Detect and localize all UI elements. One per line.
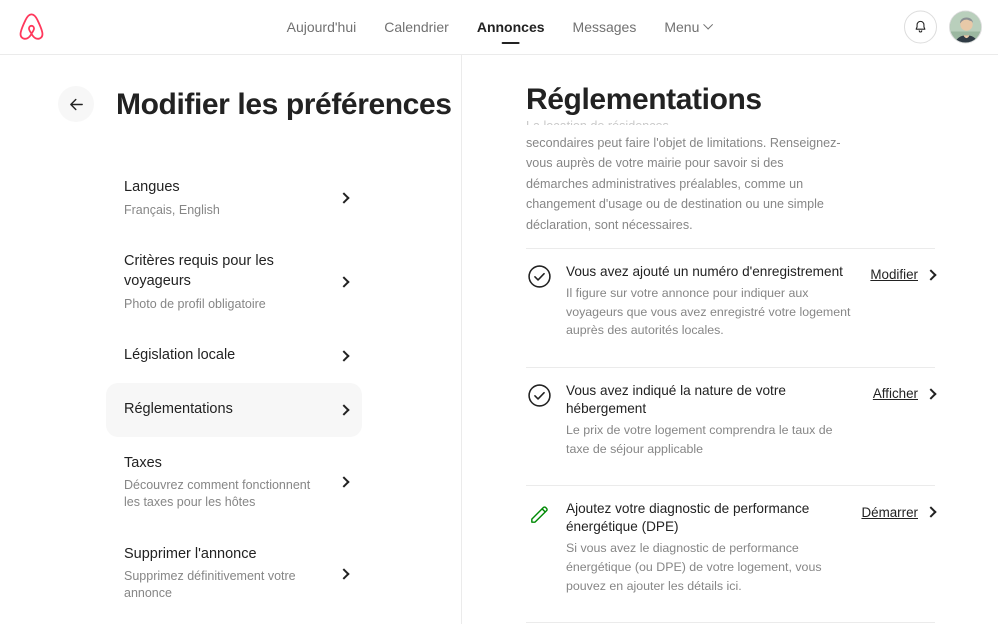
nav-item-annonces[interactable]: Annonces: [477, 0, 545, 55]
main-navigation: Aujourd'hui Calendrier Annonces Messages…: [287, 0, 713, 55]
sidebar-item-sublabel: Supprimez définitivement votre annonce: [124, 569, 296, 601]
regulation-item-text: Ajoutez votre diagnostic de performance …: [566, 500, 847, 595]
regulation-item-description: Il figure sur votre annonce pour indique…: [566, 286, 851, 338]
chevron-right-icon: [925, 385, 937, 403]
chevron-right-icon: [925, 503, 937, 521]
preferences-list: Langues Français, English Critères requi…: [0, 161, 461, 619]
regulations-intro: secondaires peut faire l'objet de limita…: [526, 136, 841, 232]
regulation-action-afficher[interactable]: Afficher: [872, 385, 937, 403]
nav-item-calendrier[interactable]: Calendrier: [384, 0, 449, 55]
chevron-right-icon: [338, 347, 350, 365]
regulation-item-dpe: Ajoutez votre diagnostic de performance …: [526, 486, 937, 609]
notifications-button[interactable]: [904, 10, 937, 44]
sidebar-item-label: Réglementations: [124, 401, 233, 417]
sidebar-item-supprimer-annonce[interactable]: Supprimer l'annonce Supprimez définitive…: [106, 528, 362, 619]
sidebar-item-label: Langues: [124, 179, 180, 195]
regulations-intro-clipped: La location de résidences: [526, 116, 844, 125]
back-button[interactable]: [58, 86, 94, 122]
check-circle-icon: [526, 383, 552, 409]
chevron-right-icon: [338, 273, 350, 291]
regulation-item-heading: Ajoutez votre diagnostic de performance …: [566, 501, 810, 535]
airbnb-logo-icon: [19, 13, 44, 40]
chevron-right-icon: [925, 266, 937, 284]
sidebar-item-reglementations[interactable]: Réglementations: [106, 383, 362, 437]
sidebar-item-langues[interactable]: Langues Français, English: [106, 161, 362, 235]
page-title: Modifier les préférences: [116, 87, 452, 121]
sidebar-item-legislation-locale[interactable]: Législation locale: [106, 329, 362, 383]
regulations-content: La location de résidences secondaires pe…: [462, 116, 998, 624]
page-body: Modifier les préférences Langues Françai…: [0, 55, 998, 624]
regulation-item-description: Si vous avez le diagnostic de performanc…: [566, 541, 822, 593]
regulation-action-label: Modifier: [870, 267, 918, 283]
header-actions: [904, 10, 982, 44]
chevron-right-icon: [338, 565, 350, 583]
regulation-action-label: Démarrer: [861, 504, 918, 520]
regulation-item-description: Le prix de votre logement comprendra le …: [566, 423, 833, 456]
regulation-action-demarrer[interactable]: Démarrer: [861, 503, 937, 521]
avatar[interactable]: [949, 10, 982, 44]
sidebar-item-sublabel: Photo de profil obligatoire: [124, 296, 266, 311]
nav-item-messages[interactable]: Messages: [573, 0, 637, 55]
arrow-left-icon: [69, 98, 83, 110]
app-header: Aujourd'hui Calendrier Annonces Messages…: [0, 0, 998, 55]
airbnb-logo[interactable]: [18, 13, 45, 42]
sidebar-item-label: Supprimer l'annonce: [124, 545, 257, 562]
nav-item-aujourdhui[interactable]: Aujourd'hui: [287, 0, 357, 55]
regulation-item-heading: Vous avez indiqué la nature de votre héb…: [566, 382, 786, 416]
pencil-icon: [526, 501, 552, 527]
check-circle-icon: [526, 264, 552, 290]
chevron-down-icon: [702, 19, 713, 30]
sidebar-item-label: Critères requis pour les voyageurs: [124, 253, 274, 289]
sidebar-item-sublabel: Français, English: [124, 202, 220, 217]
regulation-action-label: Afficher: [872, 386, 918, 402]
sidebar-item-taxes[interactable]: Taxes Découvrez comment fonctionnent les…: [106, 437, 362, 528]
regulation-item-text: Vous avez indiqué la nature de votre héb…: [566, 382, 854, 458]
chevron-right-icon: [338, 401, 350, 419]
regulations-panel: Réglementations La location de résidence…: [462, 55, 998, 624]
bell-icon: [915, 20, 926, 33]
regulation-item-heading: Vous avez ajouté un numéro d'enregistrem…: [566, 263, 843, 279]
regulation-item-accommodation-type: Vous avez indiqué la nature de votre héb…: [526, 368, 937, 472]
sidebar-item-sublabel: Découvrez comment fonctionnent les taxes…: [124, 478, 311, 509]
regulation-action-modifier[interactable]: Modifier: [870, 266, 937, 284]
nav-item-menu-label: Menu: [664, 18, 700, 35]
regulation-item-registration-number: Vous avez ajouté un numéro d'enregistrem…: [526, 249, 937, 354]
preferences-panel: Modifier les préférences Langues Françai…: [0, 55, 462, 624]
chevron-right-icon: [338, 473, 350, 491]
sidebar-item-label: Taxes: [124, 454, 162, 471]
page-header: Modifier les préférences: [0, 55, 461, 122]
chevron-right-icon: [338, 189, 350, 207]
regulation-item-text: Vous avez ajouté un numéro d'enregistrem…: [566, 263, 854, 340]
sidebar-item-label: Législation locale: [124, 347, 236, 364]
sidebar-item-criteres-voyageurs[interactable]: Critères requis pour les voyageurs Photo…: [106, 235, 362, 329]
nav-item-menu[interactable]: Menu: [664, 0, 713, 55]
regulations-title: Réglementations: [526, 83, 762, 116]
avatar-photo-icon: [950, 11, 981, 43]
